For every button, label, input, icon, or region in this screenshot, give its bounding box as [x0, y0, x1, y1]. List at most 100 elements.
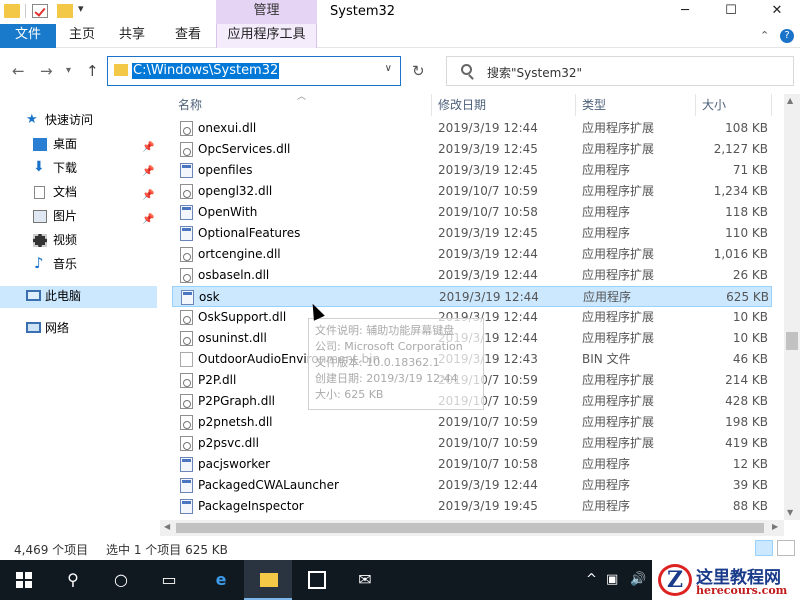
- file-date: 2019/10/7 10:59: [438, 184, 538, 198]
- file-row[interactable]: OpenWith 2019/10/7 10:58 应用程序 118 KB: [172, 202, 772, 223]
- file-type: 应用程序扩展: [582, 268, 655, 282]
- file-size: 110 KB: [725, 226, 768, 240]
- help-icon[interactable]: ?: [780, 29, 794, 43]
- pin-icon[interactable]: 📌: [142, 162, 154, 182]
- forward-arrow-icon[interactable]: →: [40, 62, 53, 80]
- tooltip-created: 创建日期: 2019/3/19 12:44: [315, 372, 458, 385]
- column-header-size[interactable]: 大小: [696, 94, 772, 116]
- horizontal-scrollbar[interactable]: ◀ ▶: [160, 520, 784, 536]
- nav-this-pc[interactable]: 此电脑: [0, 286, 157, 308]
- search-icon: [461, 64, 472, 75]
- file-row[interactable]: openfiles 2019/3/19 12:45 应用程序 71 KB: [172, 160, 772, 181]
- file-name: onexui.dll: [198, 121, 257, 135]
- pin-icon[interactable]: 📌: [142, 186, 154, 206]
- network-tray-icon[interactable]: ▣: [606, 572, 618, 587]
- scroll-down-icon[interactable]: ▼: [787, 508, 793, 517]
- tab-app-tools[interactable]: 应用程序工具: [216, 24, 317, 48]
- file-date: 2019/3/19 12:44: [438, 121, 538, 135]
- file-size: 118 KB: [725, 205, 768, 219]
- up-arrow-icon[interactable]: ↑: [86, 62, 99, 80]
- search-input[interactable]: 搜索"System32": [487, 64, 582, 81]
- file-date: 2019/10/7 10:59: [438, 436, 538, 450]
- cortana-button[interactable]: ○: [96, 560, 144, 600]
- mail-icon: ✉: [358, 570, 372, 589]
- nav-quick-access[interactable]: ★ 快速访问: [0, 110, 157, 132]
- maximize-button[interactable]: ☐: [708, 0, 754, 24]
- nav-item-pictures[interactable]: 图片 📌: [0, 206, 157, 228]
- nav-item-downloads[interactable]: ⬇ 下载 📌: [0, 158, 157, 180]
- nav-item-desktop[interactable]: 桌面 📌: [0, 134, 157, 156]
- volume-icon[interactable]: 🔊: [630, 572, 646, 587]
- chevron-up-icon[interactable]: ⌃: [760, 29, 769, 42]
- address-bar[interactable]: C:\Windows\System32 ∨: [107, 56, 401, 86]
- dll-file-icon: [180, 394, 193, 409]
- address-input[interactable]: C:\Windows\System32: [132, 63, 280, 79]
- vertical-scrollbar[interactable]: ▲ ▼: [784, 94, 800, 520]
- scroll-thumb[interactable]: [176, 523, 764, 533]
- file-size: 88 KB: [732, 499, 768, 513]
- close-button[interactable]: ✕: [754, 0, 800, 24]
- file-row[interactable]: p2pnetsh.dll 2019/10/7 10:59 应用程序扩展 198 KB: [172, 412, 772, 433]
- file-row[interactable]: pacjsworker 2019/10/7 10:58 应用程序 12 KB: [172, 454, 772, 475]
- search-box[interactable]: 搜索"System32": [446, 56, 794, 86]
- customize-toolbar-icon[interactable]: ▾: [78, 2, 84, 15]
- details-view-icon[interactable]: [755, 540, 773, 556]
- file-row[interactable]: OpcServices.dll 2019/3/19 12:45 应用程序扩展 2,12…: [172, 139, 772, 160]
- file-row[interactable]: ortcengine.dll 2019/3/19 12:44 应用程序扩展 1,016…: [172, 244, 772, 265]
- tab-share[interactable]: 共享: [110, 24, 154, 48]
- column-header-type[interactable]: 类型: [576, 94, 696, 116]
- tab-view[interactable]: 查看: [166, 24, 210, 48]
- file-date: 2019/3/19 12:44: [438, 268, 538, 282]
- mail-button[interactable]: ✉: [340, 560, 388, 600]
- scroll-left-icon[interactable]: ◀: [164, 522, 170, 531]
- back-arrow-icon[interactable]: ←: [12, 62, 25, 80]
- nav-item-music[interactable]: ♪ 音乐: [0, 254, 157, 276]
- scroll-up-icon[interactable]: ▲: [787, 96, 793, 105]
- taskbar-search-button[interactable]: ⚲: [48, 560, 96, 600]
- minimize-button[interactable]: ─: [662, 0, 708, 24]
- refresh-icon[interactable]: ↻: [412, 62, 425, 80]
- chevron-down-icon[interactable]: ∨: [385, 63, 392, 74]
- file-row[interactable]: osbaseln.dll 2019/3/19 12:44 应用程序扩展 26 KB: [172, 265, 772, 286]
- nav-item-documents[interactable]: 文档 📌: [0, 182, 157, 204]
- file-explorer-button[interactable]: [244, 560, 292, 600]
- file-row[interactable]: onexui.dll 2019/3/19 12:44 应用程序扩展 108 KB: [172, 118, 772, 139]
- nav-item-videos[interactable]: 视频: [0, 230, 157, 252]
- file-type: 应用程序: [582, 163, 631, 177]
- dll-file-icon: [180, 373, 193, 388]
- nav-network[interactable]: 网络: [0, 318, 157, 340]
- pin-icon[interactable]: 📌: [142, 210, 154, 230]
- task-view-button[interactable]: ▭: [144, 560, 192, 600]
- recent-locations-icon[interactable]: ▾: [66, 65, 71, 76]
- tab-file[interactable]: 文件: [0, 24, 56, 48]
- store-button[interactable]: [292, 560, 340, 600]
- new-folder-icon[interactable]: [57, 4, 73, 18]
- scroll-thumb[interactable]: [786, 332, 798, 350]
- nav-label: 下载: [53, 161, 78, 175]
- file-row[interactable]: p2psvc.dll 2019/10/7 10:59 应用程序扩展 419 KB: [172, 433, 772, 454]
- file-name: osk: [199, 290, 220, 304]
- file-row[interactable]: osk 2019/3/19 12:44 应用程序 625 KB: [172, 286, 772, 307]
- pin-icon[interactable]: 📌: [142, 138, 154, 158]
- selection-info: 选中 1 个项目 625 KB: [106, 543, 228, 557]
- file-name: osuninst.dll: [198, 331, 267, 345]
- properties-icon[interactable]: [32, 4, 48, 18]
- tray-chevron-icon[interactable]: ^: [586, 572, 597, 587]
- column-header-date[interactable]: 修改日期: [432, 94, 576, 116]
- file-name: PackagedCWALauncher: [198, 478, 339, 492]
- divider: [25, 4, 26, 18]
- start-button[interactable]: [0, 560, 48, 600]
- watermark: Z 这里教程网 herecours.com: [652, 560, 800, 600]
- file-row[interactable]: opengl32.dll 2019/10/7 10:59 应用程序扩展 1,234 K…: [172, 181, 772, 202]
- tab-home[interactable]: 主页: [60, 24, 104, 48]
- file-row[interactable]: PackagedCWALauncher 2019/3/19 12:44 应用程序 39…: [172, 475, 772, 496]
- folder-icon[interactable]: [4, 4, 20, 18]
- edge-button[interactable]: e: [196, 560, 244, 600]
- nav-label: 文档: [53, 185, 78, 199]
- scroll-right-icon[interactable]: ▶: [772, 522, 778, 531]
- file-row[interactable]: PackageInspector 2019/3/19 19:45 应用程序 88 KB: [172, 496, 772, 517]
- file-row[interactable]: OptionalFeatures 2019/3/19 12:45 应用程序 110 K…: [172, 223, 772, 244]
- large-icons-view-icon[interactable]: [777, 540, 795, 556]
- window-title: System32: [330, 4, 396, 19]
- file-size: 214 KB: [725, 373, 768, 387]
